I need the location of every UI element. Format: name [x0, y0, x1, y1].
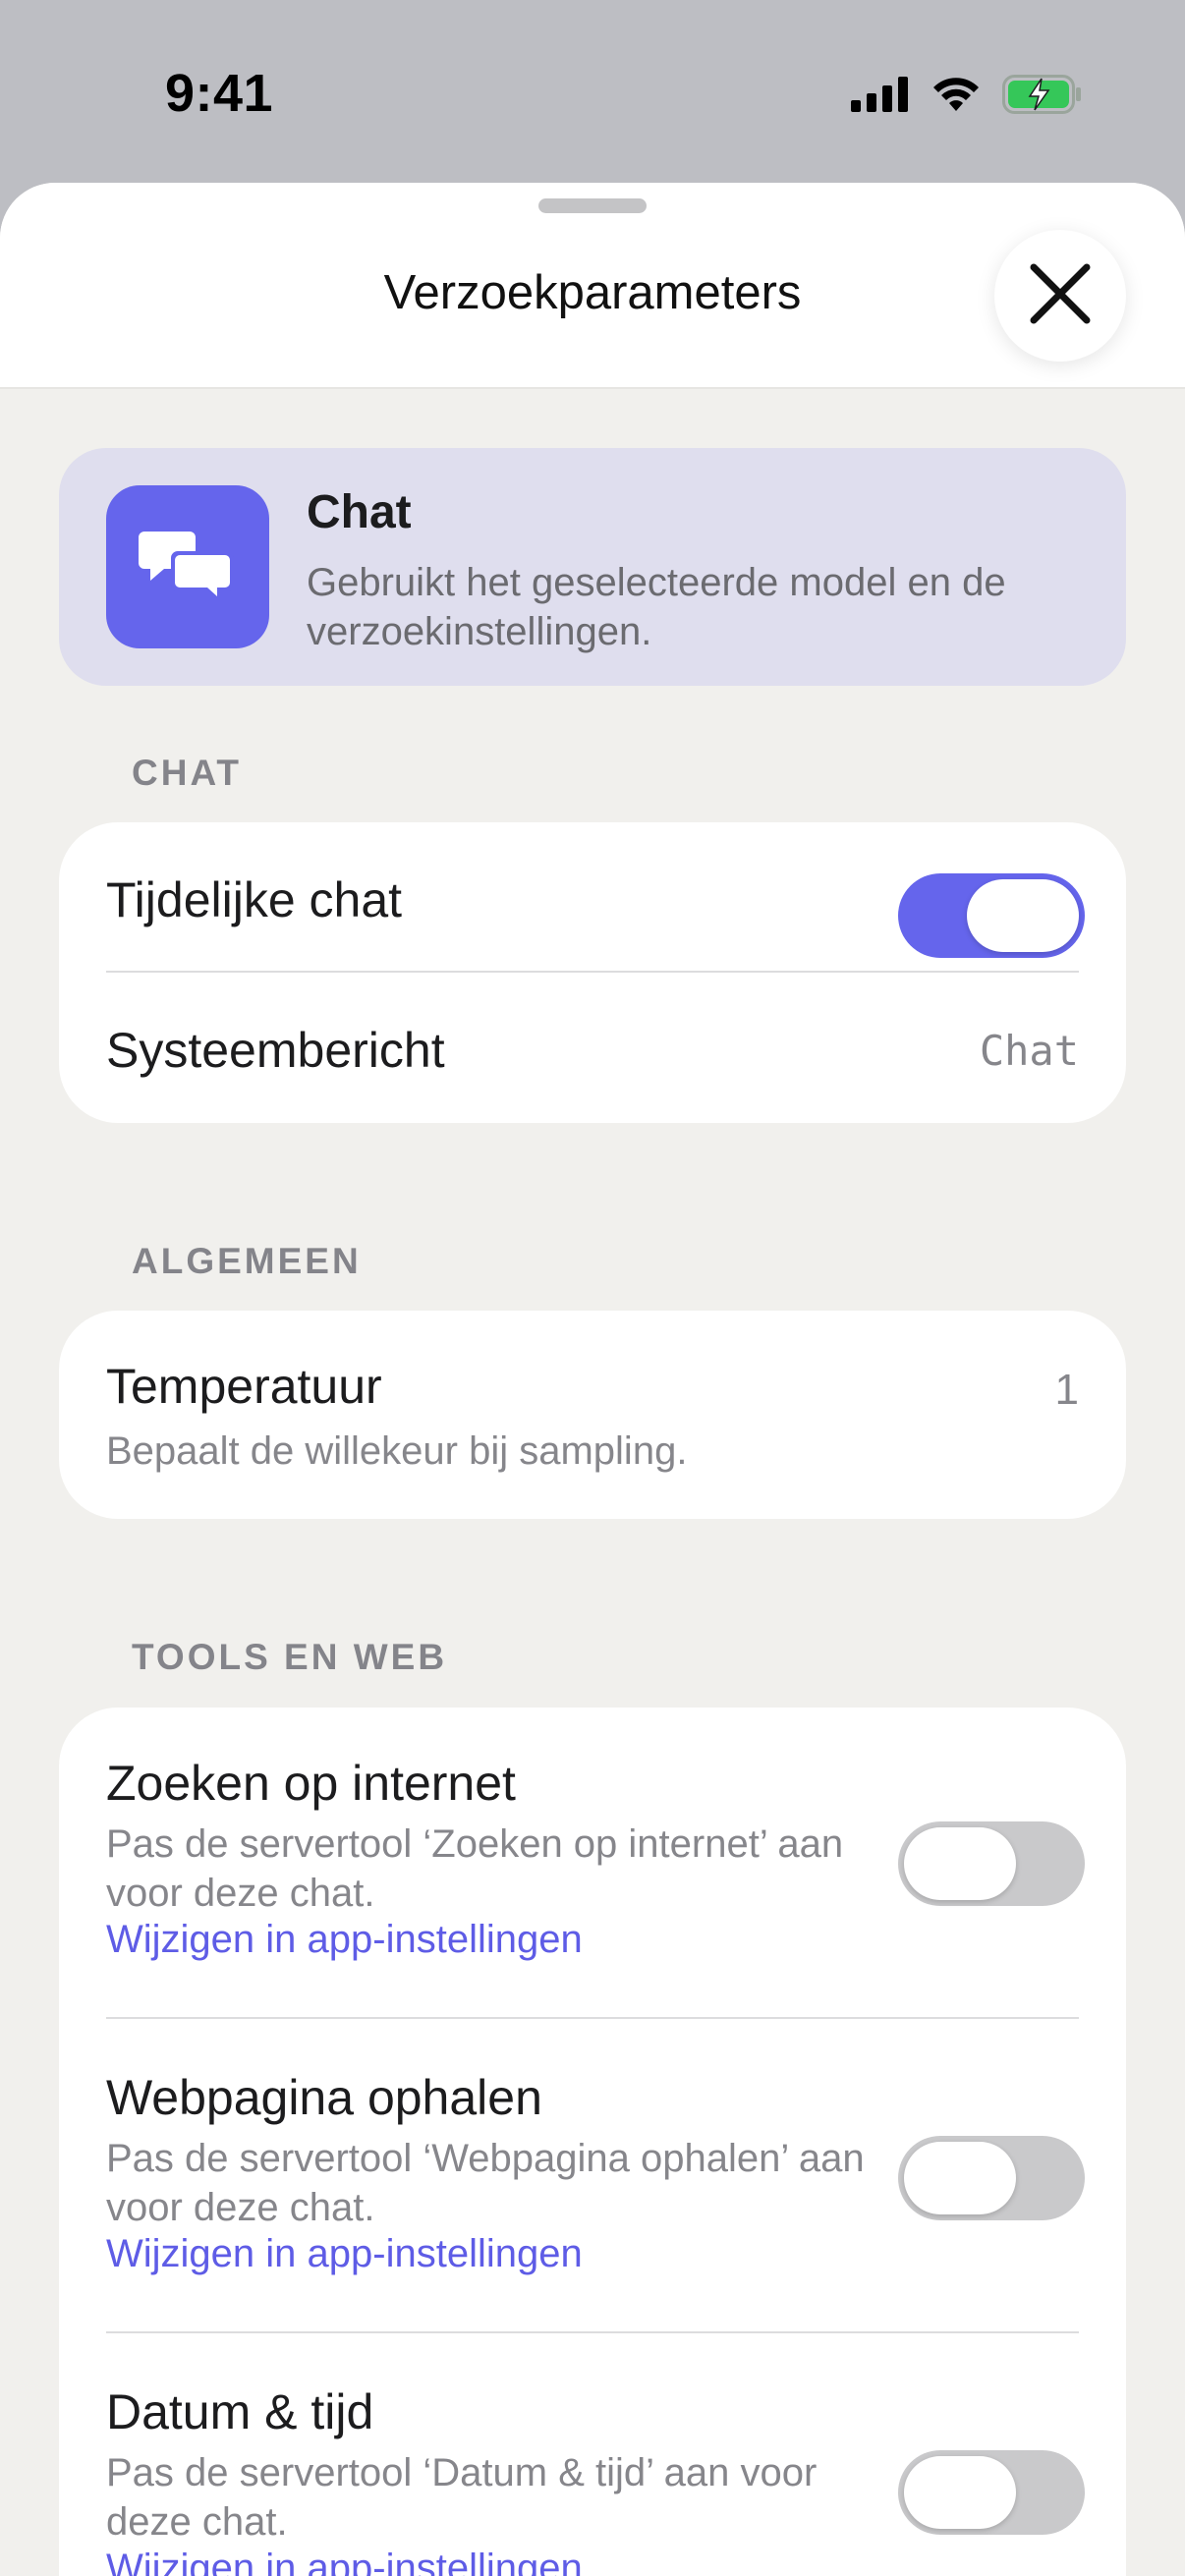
signal-icon	[851, 77, 910, 117]
date-time-settings-link[interactable]: Wijzigen in app-instellingen	[106, 2547, 583, 2576]
tools-settings-card: Zoeken op internet Pas de servertool ‘Zo…	[59, 1708, 1126, 2576]
banner-description: Gebruikt het geselecteerde model en de v…	[307, 561, 1006, 653]
battery-charging-icon	[1002, 75, 1083, 119]
temperature-description: Bepaalt de willekeur bij sampling.	[106, 1429, 688, 1473]
divider	[106, 971, 1079, 973]
fetch-webpage-description: Pas de servertool ‘Webpagina ophalen’ aa…	[106, 2137, 865, 2229]
temporary-chat-label: Tijdelijke chat	[106, 872, 403, 927]
temperature-value[interactable]: 1	[1055, 1366, 1079, 1415]
fetch-webpage-settings-link[interactable]: Wijzigen in app-instellingen	[106, 2232, 583, 2276]
temperature-label: Temperatuur	[106, 1359, 382, 1414]
close-button[interactable]	[994, 230, 1126, 362]
request-parameters-sheet: Verzoekparameters Chat Gebruikt het gese…	[0, 183, 1185, 2576]
close-icon	[1028, 261, 1093, 331]
status-time: 9:41	[165, 64, 274, 123]
date-time-toggle[interactable]	[898, 2450, 1085, 2535]
fetch-webpage-label: Webpagina ophalen	[106, 2070, 542, 2125]
web-search-settings-link[interactable]: Wijzigen in app-instellingen	[106, 1918, 583, 1962]
system-message-label: Systeembericht	[106, 1023, 445, 1078]
chat-bubbles-icon	[106, 485, 269, 648]
date-time-description: Pas de servertool ‘Datum & tijd’ aan voo…	[106, 2451, 818, 2544]
chat-mode-banner: Chat Gebruikt het geselecteerde model en…	[59, 448, 1126, 686]
system-message-value[interactable]: Chat	[980, 1027, 1079, 1075]
sheet-grabber[interactable]	[538, 198, 647, 213]
general-settings-card[interactable]: Temperatuur 1 Bepaalt de willekeur bij s…	[59, 1311, 1126, 1519]
divider	[106, 2017, 1079, 2019]
web-search-description: Pas de servertool ‘Zoeken op internet’ a…	[106, 1822, 844, 1915]
wifi-icon	[931, 76, 981, 118]
sheet-header: Verzoekparameters	[0, 183, 1185, 389]
web-search-label: Zoeken op internet	[106, 1756, 516, 1811]
status-icons	[851, 75, 1083, 119]
web-search-toggle[interactable]	[898, 1821, 1085, 1906]
divider	[106, 2331, 1079, 2333]
section-header-chat: CHAT	[132, 753, 243, 793]
date-time-label: Datum & tijd	[106, 2384, 374, 2439]
banner-title: Chat	[307, 486, 412, 538]
status-bar: 9:41	[0, 0, 1185, 183]
fetch-webpage-toggle[interactable]	[898, 2136, 1085, 2220]
temporary-chat-toggle[interactable]	[898, 873, 1085, 958]
section-header-general: ALGEMEEN	[132, 1241, 362, 1281]
section-header-tools: TOOLS EN WEB	[132, 1637, 448, 1677]
chat-settings-card: Tijdelijke chat Systeembericht Chat	[59, 822, 1126, 1123]
